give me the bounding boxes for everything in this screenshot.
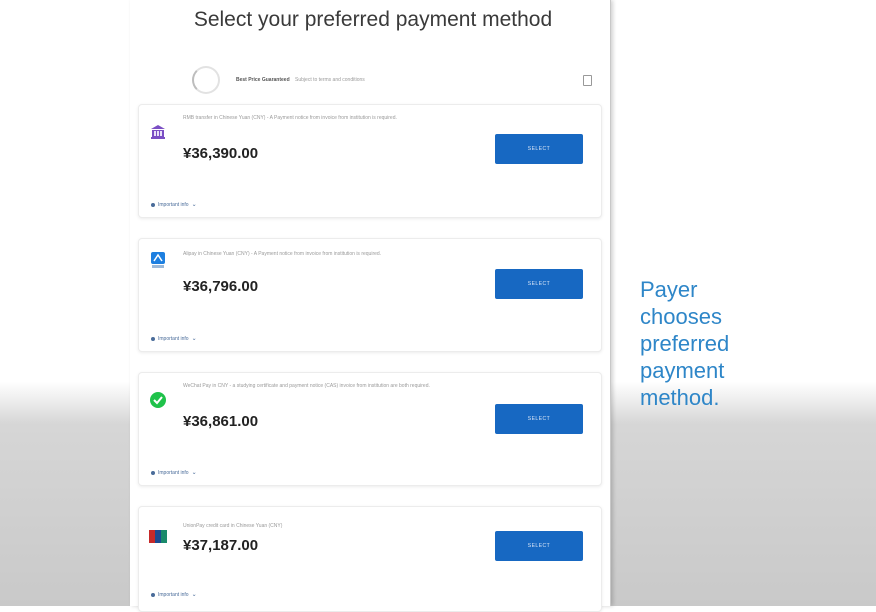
caption-text: Payer chooses preferred payment method. (640, 276, 840, 411)
chevron-down-icon: ⌄ (191, 470, 197, 476)
payment-method-description: WeChat Pay in CNY - a studying certifica… (183, 383, 430, 389)
select-button[interactable]: SELECT (495, 531, 583, 561)
bank-icon (149, 123, 167, 141)
caption-line: method. (640, 385, 720, 410)
loading-spinner-icon (192, 66, 220, 94)
payment-panel: Select your preferred payment method Bes… (130, 0, 611, 612)
info-icon (151, 202, 155, 207)
important-info-label: Important info (158, 201, 189, 208)
select-button[interactable]: SELECT (495, 134, 583, 164)
payment-method-card: UnionPay credit card in Chinese Yuan (CN… (138, 506, 602, 612)
select-button[interactable]: SELECT (495, 269, 583, 299)
document-icon[interactable] (583, 74, 592, 86)
info-icon (151, 470, 155, 475)
caption-line: chooses (640, 304, 722, 329)
payment-method-card: RMB transfer in Chinese Yuan (CNY) - A P… (138, 104, 602, 218)
select-button[interactable]: SELECT (495, 404, 583, 434)
payment-method-description: RMB transfer in Chinese Yuan (CNY) - A P… (183, 115, 397, 121)
payment-method-price: ¥37,187.00 (183, 537, 259, 554)
caption-line: preferred (640, 331, 730, 356)
unionpay-card-icon (149, 527, 167, 545)
payment-method-description: UnionPay credit card in Chinese Yuan (CN… (183, 523, 283, 529)
important-info-label: Important info (158, 591, 189, 598)
payment-method-price: ¥36,796.00 (183, 278, 259, 295)
info-icon (151, 336, 155, 341)
important-info-link[interactable]: Important info ⌄ (151, 201, 197, 208)
caption-line: Payer (640, 277, 698, 302)
alipay-icon (149, 251, 167, 269)
important-info-label: Important info (158, 469, 189, 476)
chevron-down-icon: ⌄ (191, 202, 197, 208)
info-icon (151, 592, 155, 597)
banner-text: Best Price Guaranteed Subject to terms a… (236, 77, 365, 83)
page-title: Select your preferred payment method (193, 8, 553, 31)
payment-method-card: WeChat Pay in CNY - a studying certifica… (138, 372, 602, 486)
chevron-down-icon: ⌄ (191, 592, 197, 598)
payment-method-price: ¥36,390.00 (183, 145, 259, 162)
important-info-link[interactable]: Important info ⌄ (151, 335, 197, 342)
chevron-down-icon: ⌄ (191, 336, 197, 342)
important-info-link[interactable]: Important info ⌄ (151, 591, 197, 598)
payment-method-description: Alipay in Chinese Yuan (CNY) - A Payment… (183, 251, 382, 257)
important-info-label: Important info (158, 335, 189, 342)
caption-line: payment (640, 358, 725, 383)
payment-method-price: ¥36,861.00 (183, 413, 259, 430)
banner-subtext: Subject to terms and conditions (295, 77, 365, 83)
price-guarantee-banner: Best Price Guaranteed Subject to terms a… (140, 66, 598, 94)
important-info-link[interactable]: Important info ⌄ (151, 469, 197, 476)
payment-method-card: Alipay in Chinese Yuan (CNY) - A Payment… (138, 238, 602, 352)
banner-headline: Best Price Guaranteed (236, 77, 290, 83)
wechat-pay-icon (149, 391, 167, 409)
